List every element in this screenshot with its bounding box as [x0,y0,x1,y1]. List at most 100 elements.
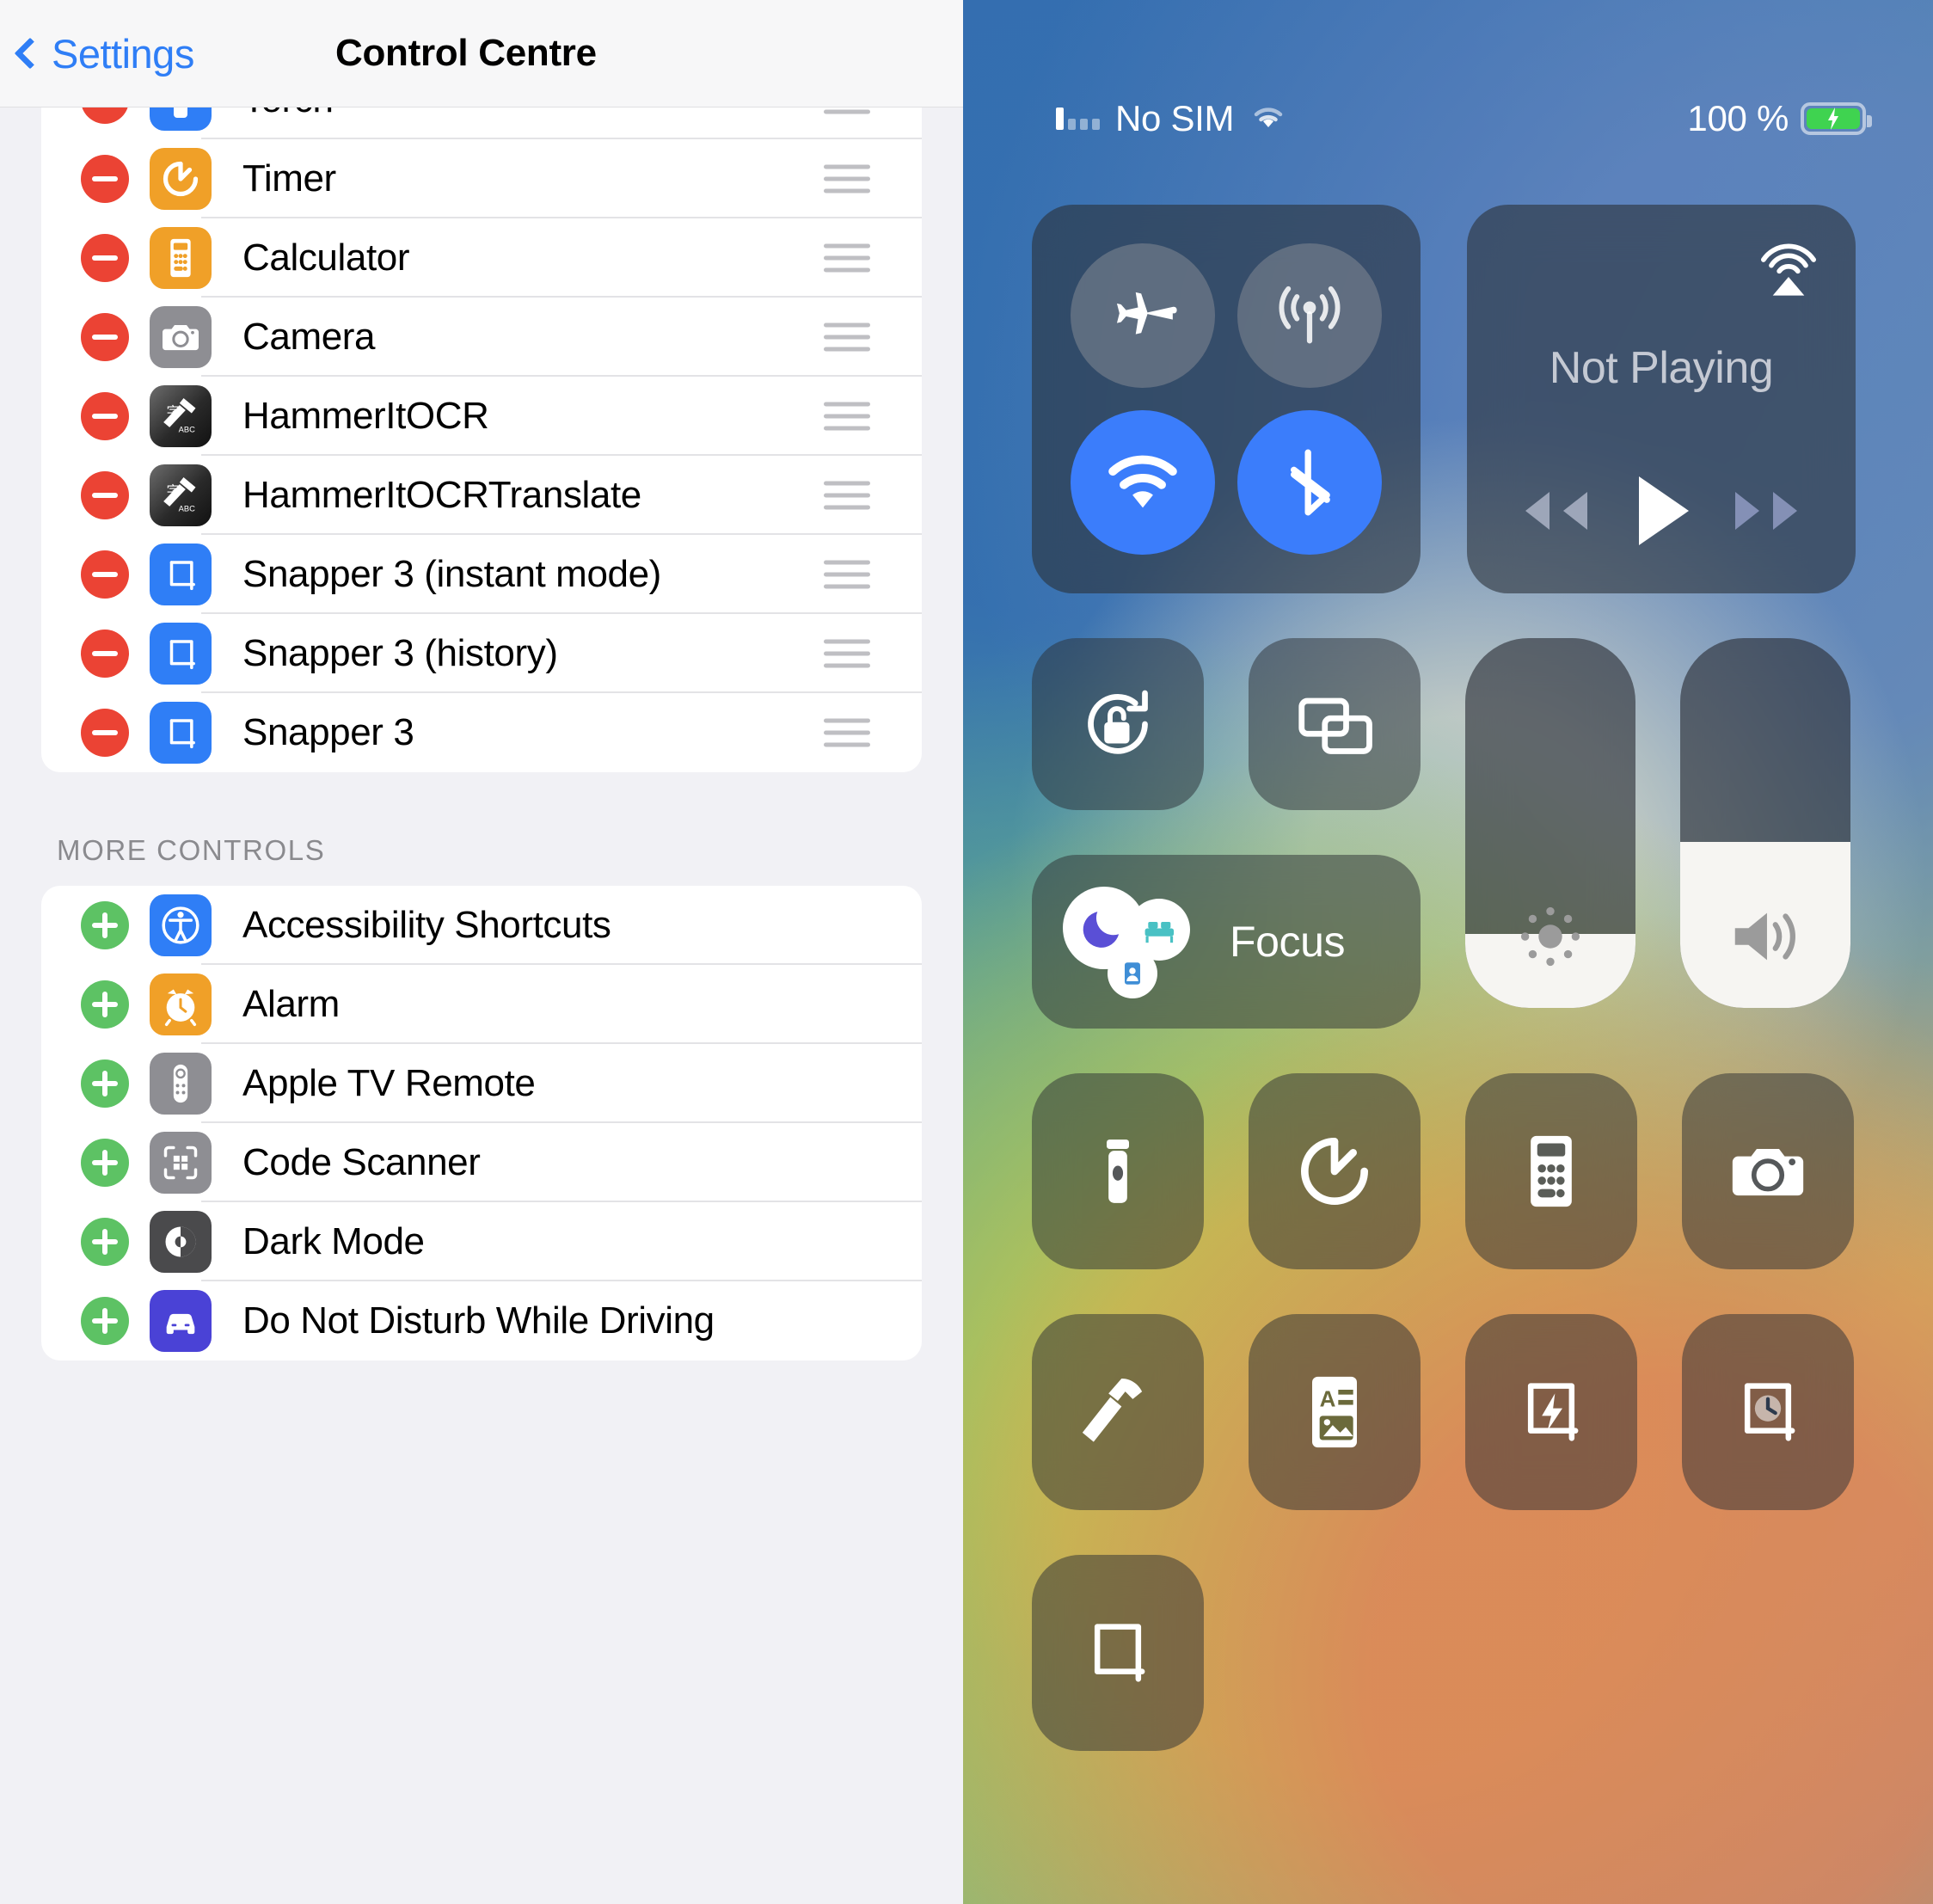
camera-tile[interactable] [1682,1073,1854,1269]
remove-control-button[interactable] [81,392,129,440]
drag-handle[interactable] [824,718,870,747]
control-label: Calculator [242,236,410,279]
settings-scroll-area[interactable]: Torch Timer [0,60,963,1904]
play-icon[interactable] [1623,470,1699,552]
add-control-button[interactable] [81,901,129,949]
media-playback-module: Not Playing [1467,205,1856,593]
personal-focus-icon [1108,949,1157,998]
remove-control-button[interactable] [81,471,129,519]
add-control-button[interactable] [81,1059,129,1108]
status-bar: No SIM 100 % [963,93,1933,144]
fast-forward-icon[interactable] [1730,483,1813,538]
list-item[interactable]: Apple TV Remote [41,1044,922,1123]
calculator-icon [150,227,212,289]
code-scanner-icon [150,1132,212,1194]
minus-icon [92,651,118,656]
svg-text:字: 字 [167,484,180,499]
list-item[interactable]: Alarm [41,965,922,1044]
control-label: HammerItOCR [242,395,489,437]
hammer-ocr-tile[interactable] [1032,1314,1204,1510]
accessibility-icon [150,894,212,956]
drag-handle[interactable] [824,243,870,273]
camera-icon [150,306,212,368]
remove-control-button[interactable] [81,709,129,757]
airplane-mode-toggle[interactable] [1071,243,1215,388]
included-controls-card: Torch Timer [41,60,922,772]
table-row[interactable]: Calculator [41,218,922,298]
remove-control-button[interactable] [81,313,129,361]
battery-percent-label: 100 % [1687,98,1789,138]
control-label: Code Scanner [242,1141,481,1183]
drag-handle[interactable] [824,481,870,510]
drag-handle[interactable] [824,322,870,352]
airplay-icon[interactable] [1754,234,1823,303]
table-row[interactable]: 字 ABC HammerItOCRTranslate [41,456,922,535]
add-control-button[interactable] [81,1139,129,1187]
control-label: Timer [242,157,336,200]
screen-mirroring-toggle[interactable] [1249,638,1421,810]
add-control-button[interactable] [81,1218,129,1266]
svg-text:ABC: ABC [179,426,195,434]
rewind-icon[interactable] [1510,483,1592,538]
snapper-history-tile[interactable] [1682,1314,1854,1510]
back-button-label: Settings [52,30,194,77]
now-playing-title: Not Playing [1549,343,1774,393]
focus-module[interactable]: Focus [1032,855,1421,1029]
control-label: Snapper 3 (history) [242,632,558,674]
hammer-ocr-icon: 字 ABC [150,385,212,447]
car-icon [150,1290,212,1352]
bluetooth-toggle[interactable] [1237,410,1382,555]
remove-control-button[interactable] [81,155,129,203]
add-control-button[interactable] [81,1297,129,1345]
list-item[interactable]: Dark Mode [41,1202,922,1281]
calculator-tile[interactable] [1465,1073,1637,1269]
plus-icon [102,992,107,1017]
back-to-settings-button[interactable]: Settings [14,30,194,77]
control-label: Apple TV Remote [242,1062,536,1104]
alarm-icon [150,973,212,1035]
remove-control-button[interactable] [81,630,129,678]
connectivity-module [1032,205,1421,593]
hammer-ocr-translate-tile[interactable]: A [1249,1314,1421,1510]
add-control-button[interactable] [81,980,129,1029]
wifi-toggle[interactable] [1071,410,1215,555]
battery-charging-icon [1801,102,1872,135]
timer-tile[interactable] [1249,1073,1421,1269]
rotation-lock-toggle[interactable] [1032,638,1204,810]
table-row[interactable]: Snapper 3 (instant mode) [41,535,922,614]
remove-control-button[interactable] [81,234,129,282]
snapper-icon [150,544,212,605]
snapper-instant-tile[interactable] [1465,1314,1637,1510]
drag-handle[interactable] [824,402,870,431]
remove-control-button[interactable] [81,550,129,599]
table-row[interactable]: Camera [41,298,922,377]
table-row[interactable]: Snapper 3 (history) [41,614,922,693]
navigation-bar: Settings Control Centre [0,0,963,107]
brightness-slider[interactable] [1465,638,1635,1008]
drag-handle[interactable] [824,164,870,193]
signal-bars-icon [1056,107,1100,130]
torch-tile[interactable] [1032,1073,1204,1269]
minus-icon [92,493,118,498]
plus-icon [102,1229,107,1255]
drag-handle[interactable] [824,639,870,668]
volume-slider[interactable] [1680,638,1850,1008]
drag-handle[interactable] [824,560,870,589]
cellular-data-toggle[interactable] [1237,243,1382,388]
table-row[interactable]: Snapper 3 [41,693,922,772]
chevron-left-icon [14,37,46,70]
svg-text:A: A [1320,1386,1336,1412]
carrier-label: No SIM [1115,98,1235,138]
list-item[interactable]: Code Scanner [41,1123,922,1202]
table-row[interactable]: 字 ABC HammerItOCR [41,377,922,456]
list-item[interactable]: Accessibility Shortcuts [41,886,922,965]
table-row[interactable]: Timer [41,139,922,218]
list-item[interactable]: Do Not Disturb While Driving [41,1281,922,1360]
svg-text:ABC: ABC [179,505,195,513]
page-title: Control Centre [335,32,597,74]
wifi-icon [1249,98,1287,139]
snapper-tile[interactable] [1032,1555,1204,1751]
minus-icon [92,414,118,419]
minus-icon [92,255,118,261]
control-label: HammerItOCRTranslate [242,474,641,516]
